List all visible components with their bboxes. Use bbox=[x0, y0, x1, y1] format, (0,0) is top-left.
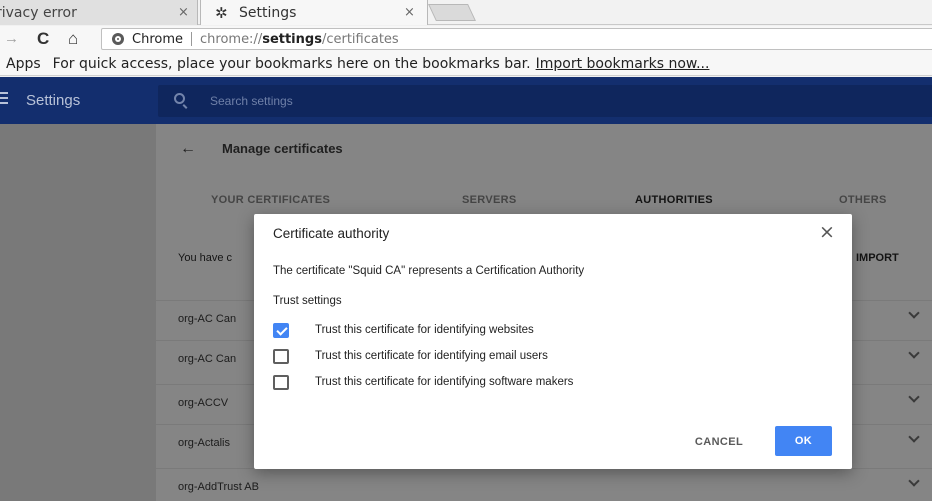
bookmarks-bar: Apps For quick access, place your bookma… bbox=[0, 52, 932, 76]
cert-org-name: org-Actalis bbox=[178, 437, 230, 449]
close-tab-icon[interactable]: × bbox=[178, 5, 189, 20]
trust-software-option[interactable]: Trust this certificate for identifying s… bbox=[273, 374, 773, 392]
tab-authorities[interactable]: AUTHORITIES bbox=[635, 194, 713, 206]
certificate-authority-dialog: Certificate authority × The certificate … bbox=[254, 214, 852, 469]
dialog-description: The certificate "Squid CA" represents a … bbox=[273, 265, 585, 277]
trust-websites-checkbox[interactable] bbox=[273, 323, 289, 338]
chevron-down-icon[interactable] bbox=[908, 391, 920, 403]
trust-settings-heading: Trust settings bbox=[273, 295, 342, 307]
cancel-button[interactable]: CANCEL bbox=[680, 428, 758, 456]
tab-privacy-error[interactable]: rivacy error × bbox=[0, 0, 198, 25]
import-bookmarks-link[interactable]: Import bookmarks now... bbox=[536, 56, 710, 72]
close-tab-icon[interactable]: × bbox=[404, 5, 415, 20]
close-icon[interactable]: × bbox=[819, 223, 835, 242]
tab-strip: rivacy error × ✲ Settings × bbox=[0, 0, 932, 25]
divider bbox=[191, 32, 192, 46]
home-icon[interactable]: ⌂ bbox=[68, 29, 78, 49]
chevron-down-icon[interactable] bbox=[908, 347, 920, 359]
chevron-down-icon[interactable] bbox=[908, 475, 920, 487]
option-label: Trust this certificate for identifying w… bbox=[315, 324, 534, 336]
dialog-title: Certificate authority bbox=[273, 226, 390, 241]
info-text: You have c bbox=[178, 252, 233, 264]
browser-toolbar: → C ⌂ Chrome chrome://settings/certifica… bbox=[0, 26, 932, 52]
url-host: settings bbox=[262, 31, 322, 47]
url-path: /certificates bbox=[321, 31, 399, 47]
trust-software-checkbox[interactable] bbox=[273, 375, 289, 390]
back-arrow-icon[interactable]: ← bbox=[180, 140, 196, 158]
search-icon bbox=[174, 93, 185, 104]
cert-org-name: org-AddTrust AB bbox=[178, 481, 259, 493]
trust-email-checkbox[interactable] bbox=[273, 349, 289, 364]
tab-others[interactable]: OTHERS bbox=[839, 194, 887, 206]
section-title: Manage certificates bbox=[222, 141, 343, 156]
bookmarks-hint: For quick access, place your bookmarks h… bbox=[52, 55, 531, 72]
chevron-down-icon[interactable] bbox=[908, 431, 920, 443]
apps-shortcut[interactable]: Apps bbox=[6, 56, 41, 72]
chrome-logo-icon bbox=[112, 33, 124, 45]
new-tab-button[interactable] bbox=[428, 4, 476, 21]
menu-icon[interactable] bbox=[0, 92, 10, 104]
chevron-down-icon[interactable] bbox=[908, 307, 920, 319]
gear-icon: ✲ bbox=[215, 3, 228, 22]
search-placeholder: Search settings bbox=[210, 94, 293, 108]
tab-your-certificates[interactable]: YOUR CERTIFICATES bbox=[211, 194, 330, 206]
cert-org-name: org-AC Can bbox=[178, 353, 237, 365]
tab-servers[interactable]: SERVERS bbox=[462, 194, 516, 206]
option-label: Trust this certificate for identifying s… bbox=[315, 376, 574, 388]
trust-websites-option[interactable]: Trust this certificate for identifying w… bbox=[273, 322, 773, 340]
list-item[interactable]: org-AddTrust AB bbox=[156, 468, 932, 501]
site-chip[interactable]: Chrome bbox=[132, 32, 183, 47]
option-label: Trust this certificate for identifying e… bbox=[315, 350, 548, 362]
tab-title: Settings bbox=[239, 4, 297, 21]
page-title: Settings bbox=[26, 92, 81, 109]
forward-icon[interactable]: → bbox=[4, 29, 19, 49]
certificate-tabs: YOUR CERTIFICATES SERVERS AUTHORITIES OT… bbox=[156, 188, 932, 214]
trust-email-option[interactable]: Trust this certificate for identifying e… bbox=[273, 348, 773, 366]
url-prefix: chrome:// bbox=[200, 31, 263, 47]
cert-org-name: org-ACCV bbox=[178, 397, 229, 409]
import-button[interactable]: IMPORT bbox=[856, 252, 899, 264]
address-bar[interactable]: Chrome chrome://settings/certificates bbox=[101, 28, 932, 50]
url-text[interactable]: chrome://settings/certificates bbox=[200, 32, 399, 47]
cert-org-name: org-AC Can bbox=[178, 313, 237, 325]
tab-title: rivacy error bbox=[0, 4, 77, 21]
tab-settings[interactable]: ✲ Settings × bbox=[200, 0, 428, 25]
search-input[interactable]: Search settings bbox=[158, 85, 932, 117]
reload-icon[interactable]: C bbox=[37, 29, 49, 49]
ok-button[interactable]: OK bbox=[775, 426, 832, 456]
settings-header: Settings Search settings bbox=[0, 77, 932, 124]
